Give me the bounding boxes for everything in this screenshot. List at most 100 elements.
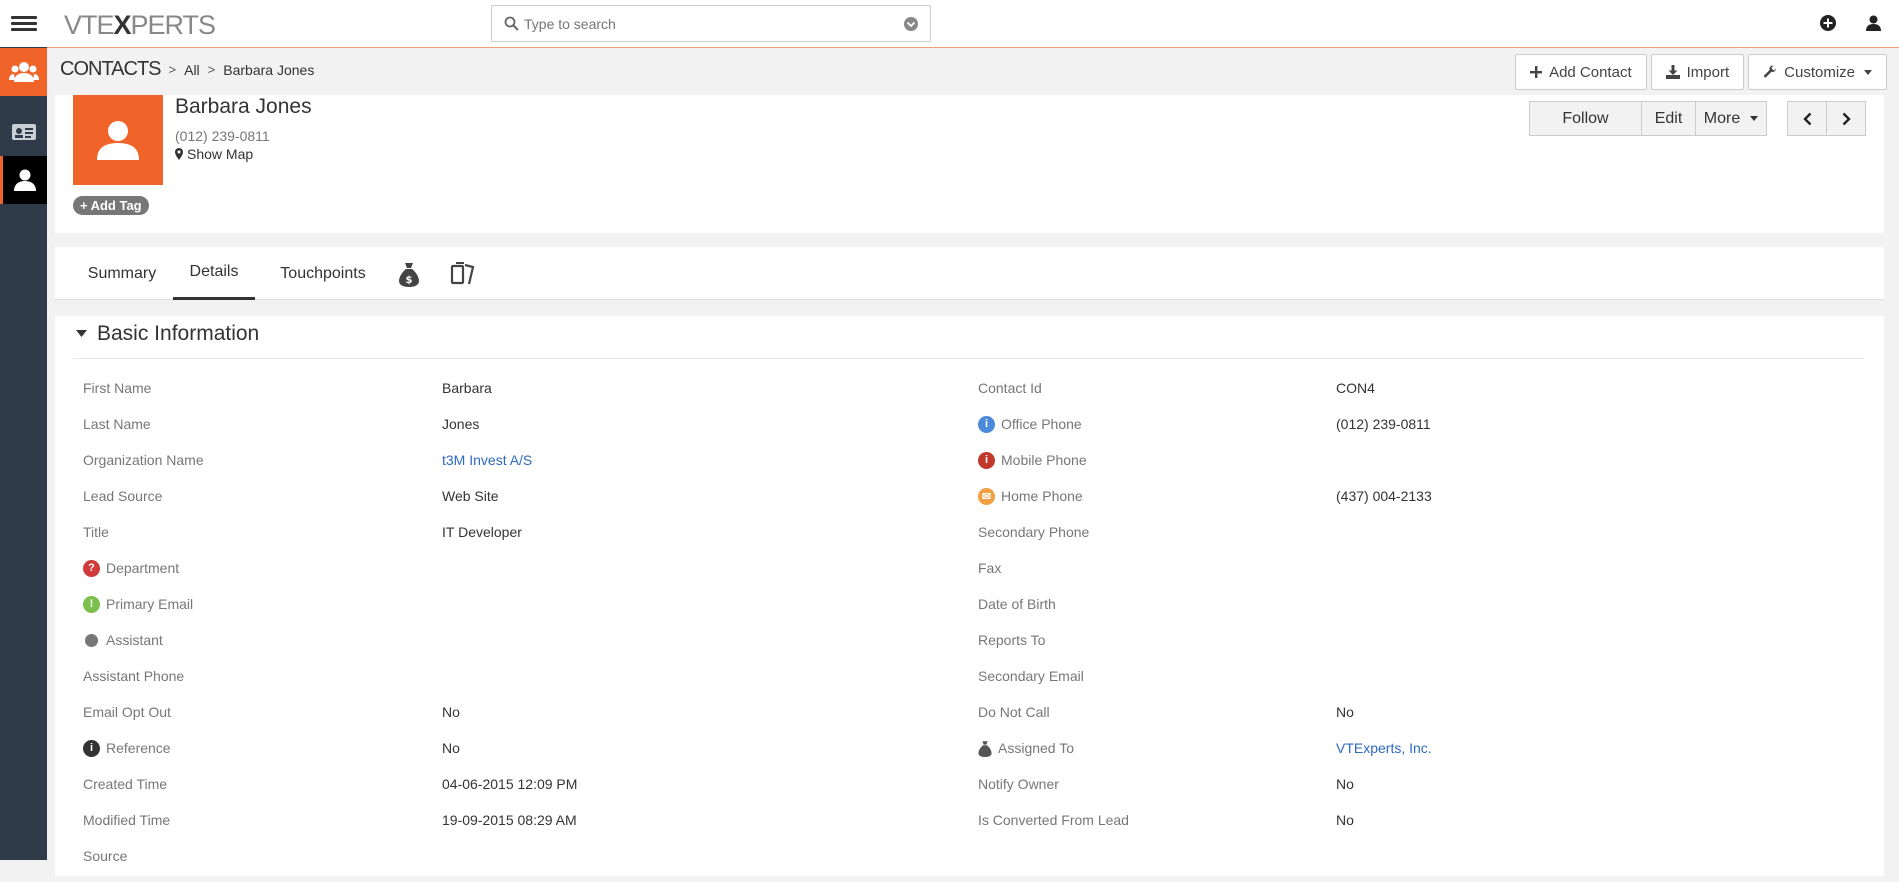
assigned-to-link[interactable]: VTExperts, Inc. — [1336, 738, 1432, 758]
id-card-icon — [11, 124, 36, 140]
field-value[interactable]: No — [442, 702, 460, 722]
field-label: Source — [83, 848, 128, 864]
field-label-text: Office Phone — [1001, 416, 1082, 432]
record-actions: Follow Edit More — [1529, 101, 1767, 136]
logo-text-part1: VTE — [64, 10, 115, 40]
contact-avatar[interactable] — [73, 95, 163, 185]
tab-details[interactable]: Details — [173, 247, 255, 300]
field-row: Assistant Reports To — [55, 630, 1884, 666]
chevron-down-circle-icon[interactable] — [904, 17, 918, 31]
vtexperts-logo[interactable]: VTEXPERTS — [64, 10, 216, 41]
edit-button[interactable]: Edit — [1641, 101, 1696, 136]
plus-circle-icon[interactable] — [1820, 15, 1836, 31]
global-search — [491, 5, 931, 42]
download-icon — [1665, 65, 1680, 79]
field-value[interactable]: No — [1336, 702, 1354, 722]
section-divider — [73, 358, 1864, 359]
follow-button[interactable]: Follow — [1529, 101, 1642, 136]
field-value[interactable]: Barbara — [442, 378, 492, 398]
search-input[interactable] — [524, 14, 884, 34]
add-contact-button[interactable]: Add Contact — [1515, 54, 1647, 90]
field-label-office-phone: i Office Phone — [978, 414, 1082, 434]
breadcrumb-filter[interactable]: All — [184, 62, 200, 78]
field-label: Lead Source — [83, 488, 163, 504]
field-value[interactable]: No — [442, 738, 460, 758]
chevron-right-icon — [1842, 112, 1851, 125]
field-label: Created Time — [83, 776, 168, 792]
field-label-department: ? Department — [83, 558, 179, 578]
field-row: Assistant Phone Secondary Email — [55, 666, 1884, 702]
map-marker-icon — [175, 148, 183, 160]
logo-text-x: X — [113, 10, 132, 40]
info-icon: i — [83, 739, 100, 757]
svg-text:$: $ — [406, 275, 413, 286]
field-label-text: Assistant — [106, 632, 163, 648]
sidebar-module-cards[interactable] — [0, 108, 47, 156]
tab-documents[interactable] — [443, 247, 483, 300]
field-value[interactable]: (437) 004-2133 — [1336, 486, 1432, 506]
sidebar-module-contacts-group[interactable] — [0, 48, 47, 96]
section-header-basic-information[interactable]: Basic Information — [76, 322, 259, 346]
dot-icon — [85, 633, 98, 647]
user-silhouette-icon — [97, 121, 139, 160]
tab-deals[interactable]: $ — [391, 247, 427, 300]
previous-record-button[interactable] — [1787, 101, 1827, 136]
tab-touchpoints[interactable]: Touchpoints — [273, 247, 373, 300]
field-row: Created Time 04-06-2015 12:09 PM Notify … — [55, 774, 1884, 810]
field-value[interactable]: CON4 — [1336, 378, 1375, 398]
user-menu-icon[interactable] — [1866, 15, 1881, 31]
breadcrumb-module[interactable]: CONTACTS — [60, 58, 162, 81]
money-bag-icon: $ — [399, 262, 419, 287]
import-button[interactable]: Import — [1650, 54, 1745, 90]
search-icon — [504, 16, 519, 31]
more-dropdown-button[interactable]: More — [1695, 101, 1767, 136]
field-label-assigned-to: Assigned To — [978, 738, 1074, 758]
field-row: Lead Source Web Site ✉ Home Phone (437) … — [55, 486, 1884, 522]
field-label: Title — [83, 524, 109, 540]
field-value[interactable]: (012) 239-0811 — [1336, 414, 1431, 434]
field-row: i Reference No Assigned To VTExperts, In… — [55, 738, 1884, 774]
header-buttons: Add Contact Import Customize — [1515, 54, 1887, 90]
field-label: Last Name — [83, 416, 151, 432]
info-icon: i — [978, 415, 995, 433]
module-sidebar — [0, 0, 47, 860]
customize-label: Customize — [1784, 63, 1855, 81]
field-label-text: Reference — [106, 740, 171, 756]
field-value[interactable]: No — [1336, 774, 1354, 794]
hamburger-icon — [10, 13, 37, 34]
field-label: Do Not Call — [978, 704, 1050, 720]
tab-summary[interactable]: Summary — [83, 247, 161, 300]
field-value[interactable]: 19-09-2015 08:29 AM — [442, 810, 577, 830]
module-header: CONTACTS > All > Barbara Jones Add Conta… — [47, 49, 1899, 95]
field-row: Modified Time 19-09-2015 08:29 AM Is Con… — [55, 810, 1884, 846]
field-value[interactable]: 04-06-2015 12:09 PM — [442, 774, 577, 794]
more-label: More — [1703, 109, 1741, 127]
field-row: First Name Barbara Contact Id CON4 — [55, 378, 1884, 414]
field-label: Reports To — [978, 632, 1046, 648]
field-value[interactable]: No — [1336, 810, 1354, 830]
field-value[interactable]: Jones — [442, 414, 479, 434]
field-value[interactable]: Web Site — [442, 486, 499, 506]
record-tabs: Summary Details Touchpoints $ — [55, 247, 1884, 300]
users-icon — [8, 62, 39, 82]
question-icon: ? — [83, 559, 100, 577]
menu-toggle-button[interactable] — [0, 0, 47, 47]
field-label-text: Mobile Phone — [1001, 452, 1087, 468]
chevron-right-icon: > — [207, 62, 216, 77]
record-phone: (012) 239-0811 — [175, 128, 270, 144]
cards-icon — [450, 261, 475, 284]
show-map-link[interactable]: Show Map — [175, 146, 253, 162]
field-label-reference: i Reference — [83, 738, 171, 758]
field-row: Source — [55, 846, 1884, 882]
customize-button[interactable]: Customize — [1748, 54, 1887, 90]
envelope-icon: ✉ — [978, 487, 995, 505]
organization-link[interactable]: t3M Invest A/S — [442, 450, 532, 470]
record-header: Barbara Jones (012) 239-0811 Show Map + … — [55, 95, 1884, 233]
sidebar-module-contacts[interactable] — [0, 156, 47, 204]
field-label: Fax — [978, 560, 1002, 576]
details-panel: Basic Information First Name Barbara Con… — [55, 316, 1884, 876]
field-value[interactable]: IT Developer — [442, 522, 522, 542]
field-row: Last Name Jones i Office Phone (012) 239… — [55, 414, 1884, 450]
add-tag-button[interactable]: + Add Tag — [73, 196, 149, 215]
next-record-button[interactable] — [1826, 101, 1866, 136]
